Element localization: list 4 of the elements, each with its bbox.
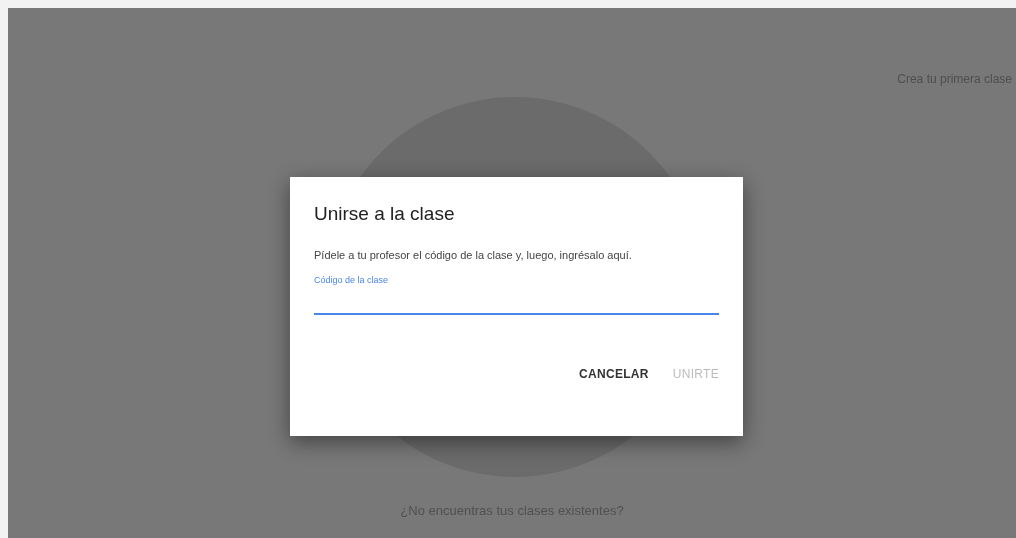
dialog-title: Unirse a la clase	[314, 203, 456, 225]
class-code-field[interactable]: Código de la clase	[314, 275, 719, 315]
dialog-description: Pídele a tu profesor el código de la clase y, luego, ingrésalo aquí.	[314, 249, 633, 261]
cancel-button[interactable]: CANCELAR	[569, 359, 659, 389]
